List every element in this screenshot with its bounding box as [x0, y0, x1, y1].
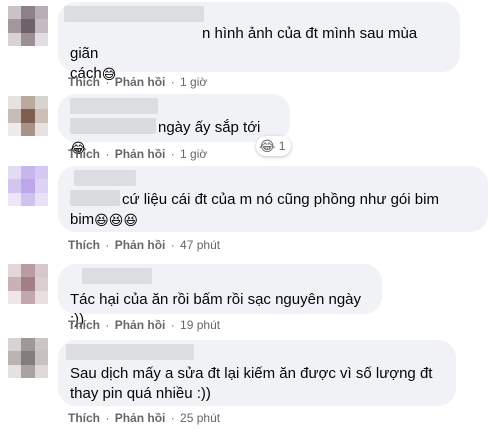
- comment-text-line2: thay pin quá nhiều :)): [70, 385, 211, 402]
- timestamp[interactable]: 1 giờ: [180, 75, 207, 89]
- timestamp[interactable]: 1 giờ: [180, 147, 207, 161]
- comment-bubble: n hình ảnh của đt mình sau mùa giãn cách…: [58, 2, 460, 82]
- like-button[interactable]: Thích: [68, 411, 100, 425]
- comment-actions: Thích · Phản hồi · 19 phút: [68, 317, 220, 333]
- avatar[interactable]: [8, 264, 48, 304]
- comment-text: cứ liệu cái đt của m nó cũng phồng như g…: [70, 174, 476, 230]
- comment-actions: Thích · Phản hồi · 1 giờ: [68, 74, 207, 90]
- comment-bubble: cứ liệu cái đt của m nó cũng phồng như g…: [58, 166, 488, 232]
- separator: ·: [105, 318, 110, 332]
- comment-text: Sau dịch mấy a sửa đt lại kiếm ăn được v…: [70, 348, 444, 404]
- avatar[interactable]: [8, 96, 48, 136]
- reaction-badge[interactable]: 😂 1: [256, 136, 292, 156]
- separator: ·: [170, 318, 175, 332]
- timestamp[interactable]: 25 phút: [180, 411, 220, 425]
- comment-bubble: Sau dịch mấy a sửa đt lại kiếm ăn được v…: [58, 340, 456, 406]
- text-blurred: [70, 118, 156, 134]
- reply-button[interactable]: Phản hồi: [115, 75, 166, 89]
- comment-bubble: Tác hại của ăn rồi bấm rồi sạc nguyên ng…: [58, 264, 382, 328]
- reply-button[interactable]: Phản hồi: [115, 318, 166, 332]
- laughing-emoji-icon: 😆😆😆: [94, 212, 138, 228]
- like-button[interactable]: Thích: [68, 318, 100, 332]
- comment-actions: Thích · Phản hồi · 47 phút: [68, 237, 220, 253]
- reaction-count: 1: [278, 139, 286, 153]
- separator: ·: [170, 147, 175, 161]
- comment-bubble: ngày ấy sắp tới 😂: [58, 94, 290, 155]
- separator: ·: [170, 238, 175, 252]
- separator: ·: [170, 75, 175, 89]
- like-button[interactable]: Thích: [68, 75, 100, 89]
- avatar[interactable]: [8, 6, 48, 46]
- text-blurred: [70, 190, 120, 206]
- like-button[interactable]: Thích: [68, 147, 100, 161]
- separator: ·: [105, 75, 110, 89]
- separator: ·: [105, 411, 110, 425]
- separator: ·: [105, 147, 110, 161]
- comment-text-line1: Sau dịch mấy a sửa đt lại kiếm ăn được v…: [70, 365, 433, 382]
- separator: ·: [105, 238, 110, 252]
- reply-button[interactable]: Phản hồi: [115, 411, 166, 425]
- comment-text: n hình ảnh của đt mình sau mùa giãn cách…: [70, 10, 448, 84]
- comment-actions: Thích · Phản hồi · 1 giờ: [68, 146, 207, 162]
- timestamp[interactable]: 19 phút: [180, 318, 220, 332]
- comment-text-line1: cứ liệu cái đt của m nó cũng phồng như g…: [122, 191, 439, 208]
- avatar[interactable]: [8, 338, 48, 378]
- separator: ·: [170, 411, 175, 425]
- avatar[interactable]: [8, 166, 48, 206]
- comment-text-line1: ngày ấy sắp tới: [158, 119, 261, 136]
- reply-button[interactable]: Phản hồi: [115, 238, 166, 252]
- like-button[interactable]: Thích: [68, 238, 100, 252]
- comment-actions: Thích · Phản hồi · 25 phút: [68, 410, 220, 426]
- timestamp[interactable]: 47 phút: [180, 238, 220, 252]
- reply-button[interactable]: Phản hồi: [115, 147, 166, 161]
- comment-text-line2: bim: [70, 211, 95, 228]
- haha-reaction-icon: 😂: [259, 138, 276, 154]
